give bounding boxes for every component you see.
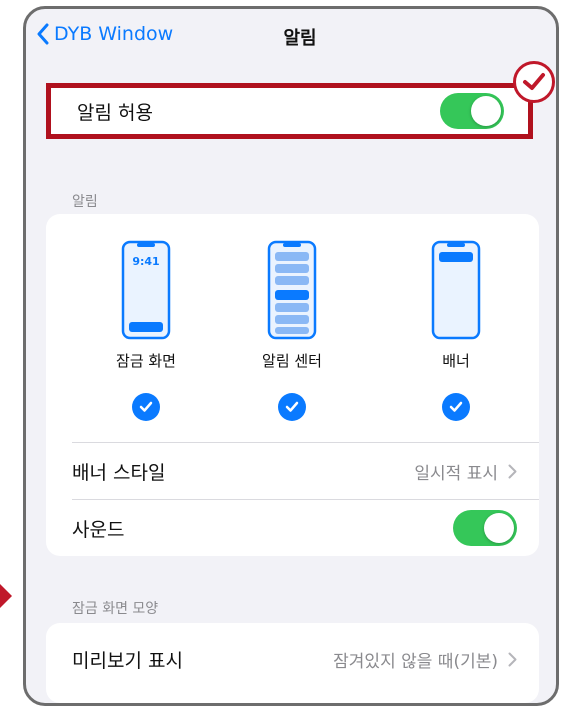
lock-screen-time: 9:41 <box>132 255 159 268</box>
chevron-right-icon <box>508 464 517 478</box>
settings-screen: DYB Window 알림 알림 허용 알림 9:41 잠금 화면 알림 센터 … <box>23 6 559 706</box>
toggle-knob <box>484 513 514 543</box>
navigation-bar: DYB Window 알림 <box>26 9 556 65</box>
checkmark-badge-icon <box>513 61 555 103</box>
selected-check-icon <box>132 393 160 421</box>
banner-style-value: 일시적 표시 <box>414 463 498 484</box>
selected-check-icon <box>442 393 470 421</box>
allow-notifications-row: 알림 허용 <box>46 83 533 139</box>
notifications-section-header: 알림 <box>72 194 98 210</box>
lock-screen-card: 미리보기 표시 잠겨있지 않을 때(기본) <box>46 623 539 703</box>
lock-screen-section-header: 잠금 화면 모양 <box>72 601 159 617</box>
banner-phone-icon <box>431 240 481 340</box>
style-label: 알림 센터 <box>262 352 322 370</box>
lock-screen-phone-icon: 9:41 <box>121 240 171 340</box>
show-previews-label: 미리보기 표시 <box>72 649 183 672</box>
style-banner[interactable]: 배너 <box>396 240 516 421</box>
show-previews-value-group: 잠겨있지 않을 때(기본) <box>333 647 517 672</box>
style-label: 잠금 화면 <box>116 352 176 370</box>
page-title: 알림 <box>283 28 317 49</box>
notification-styles: 9:41 잠금 화면 알림 센터 배너 <box>46 240 539 421</box>
sound-row: 사운드 <box>72 500 517 556</box>
sound-toggle[interactable] <box>453 510 517 546</box>
sound-label: 사운드 <box>72 518 125 541</box>
banner-style-label: 배너 스타일 <box>72 461 166 484</box>
notification-center-phone-icon <box>267 240 317 340</box>
show-previews-row[interactable]: 미리보기 표시 잠겨있지 않을 때(기본) <box>72 631 517 687</box>
chevron-right-icon <box>508 652 517 666</box>
selected-check-icon <box>278 393 306 421</box>
allow-notifications-label: 알림 허용 <box>77 101 153 124</box>
style-label: 배너 <box>442 352 470 370</box>
toggle-knob <box>471 96 501 126</box>
banner-style-row[interactable]: 배너 스타일 일시적 표시 <box>72 443 517 499</box>
pointer-arrow <box>0 584 12 608</box>
style-notification-center[interactable]: 알림 센터 <box>232 240 352 421</box>
show-previews-value: 잠겨있지 않을 때(기본) <box>333 651 498 672</box>
allow-notifications-toggle[interactable] <box>440 93 504 129</box>
style-lock-screen[interactable]: 9:41 잠금 화면 <box>86 240 206 421</box>
notifications-card: 9:41 잠금 화면 알림 센터 배너 배너 스타일 일시적 표시 사운드 <box>46 214 539 556</box>
banner-style-value-group: 일시적 표시 <box>414 459 517 484</box>
